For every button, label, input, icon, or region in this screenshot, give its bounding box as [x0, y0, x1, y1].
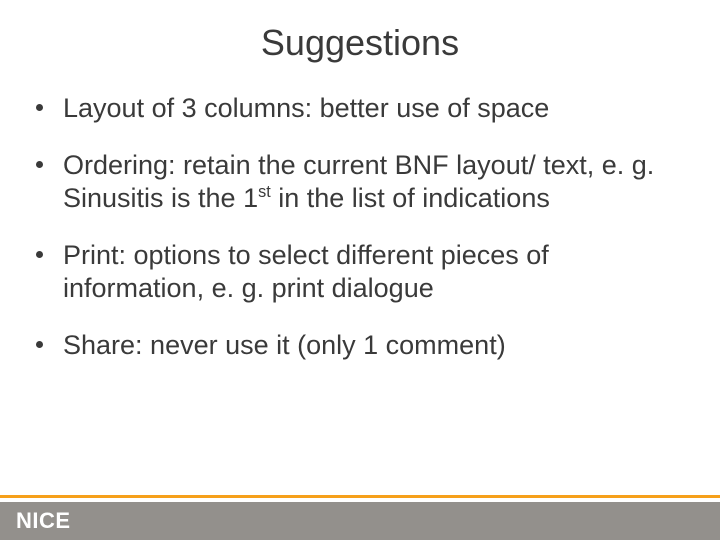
bullet-text: Share: never use it (only 1 comment) — [63, 329, 692, 362]
bullet-text-pre: Print: options to select different piece… — [63, 240, 549, 303]
list-item: Share: never use it (only 1 comment) — [36, 329, 692, 362]
footer-bar: NICE — [0, 502, 720, 540]
slide-title: Suggestions — [0, 22, 720, 64]
bullet-text: Print: options to select different piece… — [63, 239, 692, 305]
list-item: Layout of 3 columns: better use of space — [36, 92, 692, 125]
bullet-dot-icon — [36, 251, 43, 258]
accent-divider — [0, 495, 720, 498]
bullet-text: Ordering: retain the current BNF layout/… — [63, 149, 692, 215]
slide: Suggestions Layout of 3 columns: better … — [0, 0, 720, 540]
bullet-dot-icon — [36, 161, 43, 168]
bullet-list: Layout of 3 columns: better use of space… — [36, 92, 692, 386]
bullet-dot-icon — [36, 341, 43, 348]
list-item: Ordering: retain the current BNF layout/… — [36, 149, 692, 215]
bullet-text: Layout of 3 columns: better use of space — [63, 92, 692, 125]
bullet-text-pre: Layout of 3 columns: better use of space — [63, 93, 549, 123]
bullet-text-sup: st — [258, 183, 271, 201]
bullet-text-pre: Share: never use it (only 1 comment) — [63, 330, 506, 360]
footer: NICE — [0, 490, 720, 540]
bullet-text-post: in the list of indications — [271, 183, 550, 213]
list-item: Print: options to select different piece… — [36, 239, 692, 305]
nice-logo: NICE — [16, 508, 71, 534]
bullet-dot-icon — [36, 104, 43, 111]
